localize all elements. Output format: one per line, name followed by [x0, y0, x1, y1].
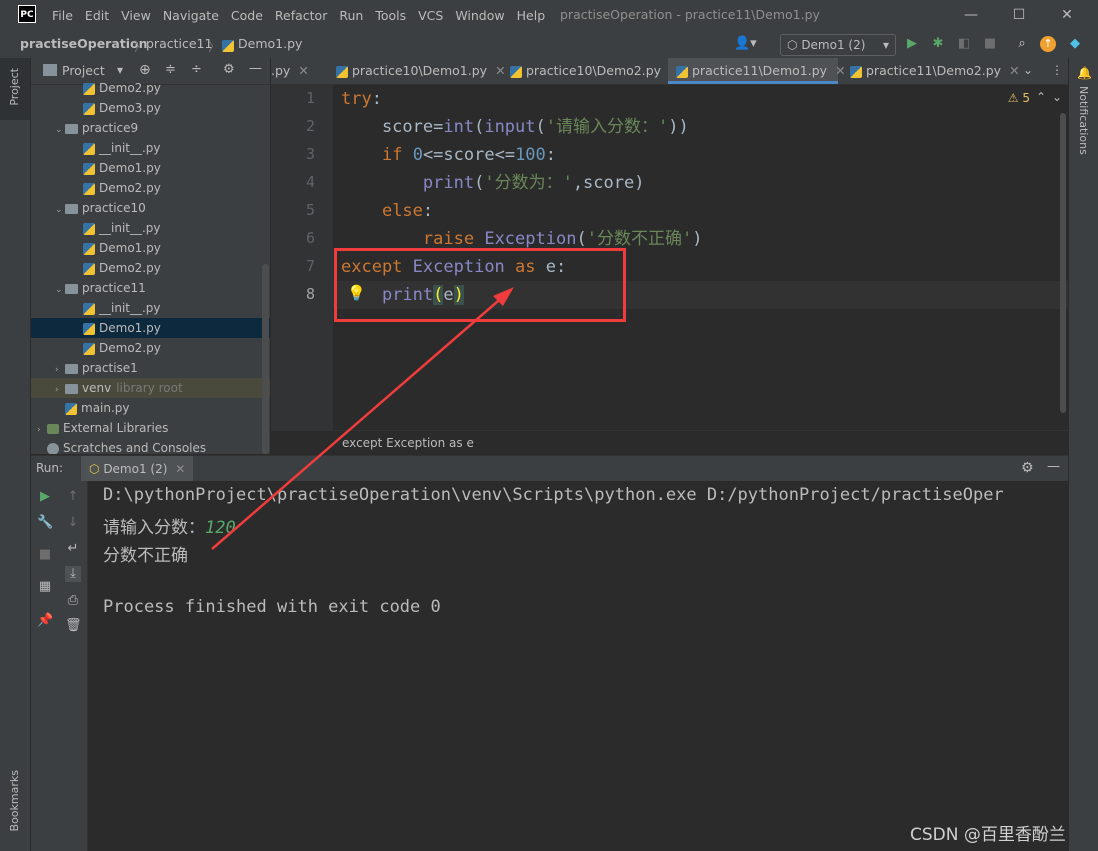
- watermark: CSDN @百里香酚兰: [910, 825, 1066, 845]
- annotation-arrow: [211, 287, 514, 550]
